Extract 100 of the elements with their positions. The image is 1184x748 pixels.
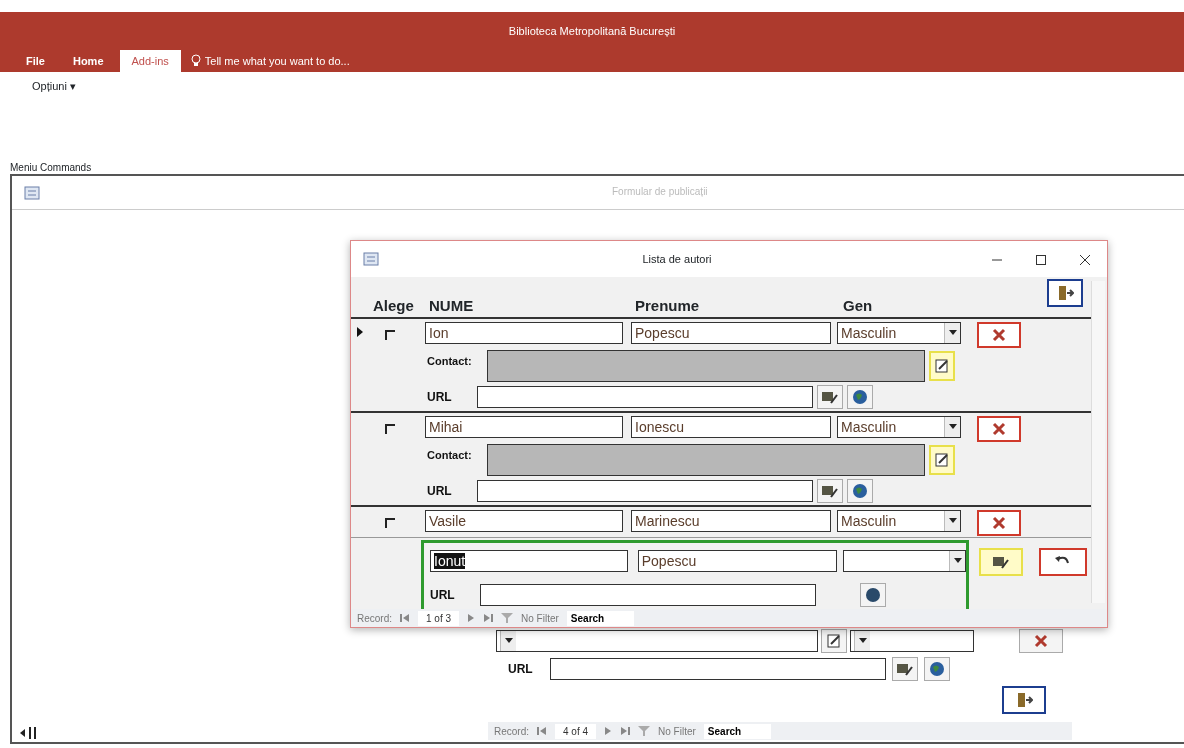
close-icon[interactable] — [1080, 254, 1090, 265]
filter-status[interactable]: No Filter — [658, 723, 696, 739]
caret-icon — [948, 518, 957, 524]
edit-contact-button[interactable] — [929, 445, 955, 475]
exit-door-icon — [1056, 285, 1074, 301]
ribbon-tab[interactable]: Add-ins — [119, 49, 181, 72]
record-position-field[interactable]: 1 of 3 — [418, 610, 460, 626]
exit-door-icon — [1015, 692, 1033, 708]
column-header: Prenume — [635, 295, 701, 316]
delete-button[interactable] — [977, 322, 1021, 348]
ribbon-tab[interactable]: Home — [60, 49, 116, 72]
checkbox[interactable] — [385, 517, 395, 528]
folder-pen-icon — [821, 483, 839, 499]
url-label: URL — [427, 389, 453, 406]
combo-field[interactable] — [850, 630, 974, 652]
notepad-icon — [826, 633, 842, 649]
url-label: URL — [508, 661, 534, 678]
form-title: Formular de publicații — [612, 185, 708, 199]
last-record-icon[interactable] — [483, 613, 494, 623]
checkbox[interactable] — [385, 329, 395, 340]
globe-icon — [852, 389, 868, 405]
options-menu-button[interactable]: Opțiuni ▾ — [32, 80, 76, 92]
search-field[interactable]: Search — [566, 610, 635, 626]
url-field[interactable] — [480, 584, 816, 606]
caret-icon — [953, 558, 962, 564]
caret-icon — [948, 424, 957, 430]
gender-combo[interactable]: Masculin — [837, 322, 961, 344]
browse-button[interactable] — [817, 479, 843, 503]
surname-field[interactable]: Marinescu — [631, 510, 831, 532]
menu-label: Meniu Commands — [10, 162, 92, 173]
lightbulb-icon — [190, 54, 201, 68]
name-field[interactable]: Vasile — [425, 510, 623, 532]
delete-icon — [1033, 634, 1049, 648]
ribbon-tab[interactable]: File — [14, 49, 57, 72]
globe-icon — [929, 661, 945, 677]
folder-pen-icon — [821, 389, 839, 405]
form-icon — [363, 252, 379, 266]
record-label: Record: — [357, 611, 392, 626]
globe-icon — [852, 483, 868, 499]
window-title: Biblioteca Metropolitană București — [508, 23, 676, 39]
delete-button[interactable] — [977, 416, 1021, 442]
search-field[interactable]: Search — [703, 723, 772, 739]
record-label: Record: — [494, 724, 529, 739]
caret-icon — [858, 638, 867, 644]
tell-me-field[interactable]: Tell me what you want to do... — [184, 49, 356, 72]
contact-label: Contact: — [427, 354, 473, 369]
column-header: Alege — [373, 295, 415, 316]
url-field[interactable] — [477, 480, 813, 502]
record-position-field[interactable]: 4 of 4 — [555, 723, 597, 739]
form-icon — [24, 185, 40, 200]
caret-icon — [948, 330, 957, 336]
folder-pen-icon — [992, 554, 1010, 570]
filter-icon — [638, 726, 651, 736]
url-field[interactable] — [477, 386, 813, 408]
exit-button[interactable] — [1047, 279, 1083, 307]
browse-button[interactable] — [892, 657, 918, 681]
maximize-icon[interactable] — [1036, 254, 1046, 265]
next-record-icon[interactable] — [604, 726, 613, 736]
undo-button[interactable] — [1039, 548, 1087, 576]
column-header: NUME — [429, 295, 475, 316]
caret-icon — [504, 638, 513, 644]
web-link-button[interactable] — [847, 385, 873, 409]
url-field[interactable] — [550, 658, 886, 680]
edit-contact-button[interactable] — [929, 351, 955, 381]
delete-icon — [991, 328, 1007, 342]
exit-button[interactable] — [1002, 686, 1046, 714]
combo-field[interactable] — [496, 630, 818, 652]
url-label: URL — [427, 483, 453, 500]
scroll-left-icon — [18, 726, 36, 740]
first-record-icon[interactable] — [400, 613, 410, 623]
gender-combo[interactable] — [843, 550, 966, 572]
filter-status[interactable]: No Filter — [521, 610, 559, 626]
save-button[interactable] — [979, 548, 1023, 576]
checkbox[interactable] — [385, 423, 395, 434]
name-field[interactable]: Ionut — [430, 550, 628, 572]
surname-field[interactable]: Ionescu — [631, 416, 831, 438]
contact-label: Contact: — [427, 448, 473, 463]
gender-combo[interactable]: Masculin — [837, 416, 961, 438]
notepad-icon — [934, 358, 950, 374]
next-record-icon[interactable] — [467, 613, 476, 623]
tell-me-text: Tell me what you want to do... — [204, 53, 350, 69]
edit-button[interactable] — [821, 629, 847, 653]
globe-icon — [865, 587, 881, 603]
name-field[interactable]: Mihai — [425, 416, 623, 438]
last-record-icon[interactable] — [620, 726, 631, 736]
web-link-button[interactable] — [847, 479, 873, 503]
gender-combo[interactable]: Masculin — [837, 510, 961, 532]
web-link-button[interactable] — [860, 583, 886, 607]
delete-icon — [991, 516, 1007, 530]
web-link-button[interactable] — [924, 657, 950, 681]
delete-icon — [991, 422, 1007, 436]
column-header: Gen — [843, 295, 874, 316]
delete-button[interactable] — [977, 510, 1021, 536]
notepad-icon — [934, 452, 950, 468]
surname-field[interactable]: Popescu — [631, 322, 831, 344]
delete-button[interactable] — [1019, 629, 1063, 653]
name-field[interactable]: Ion — [425, 322, 623, 344]
browse-button[interactable] — [817, 385, 843, 409]
first-record-icon[interactable] — [537, 726, 547, 736]
surname-field[interactable]: Popescu — [637, 550, 838, 572]
